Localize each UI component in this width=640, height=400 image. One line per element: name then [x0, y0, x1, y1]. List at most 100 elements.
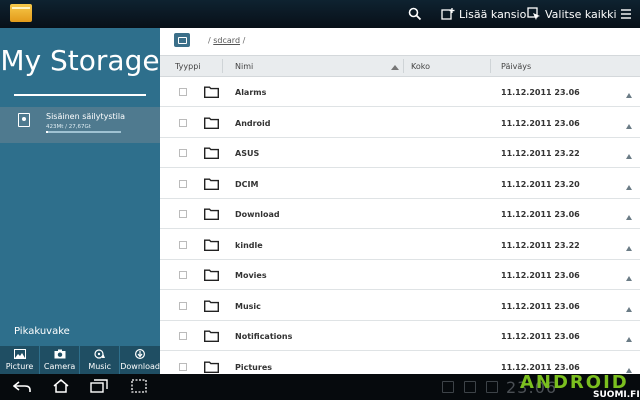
row-checkbox[interactable]	[179, 240, 187, 249]
folder-icon	[204, 86, 219, 98]
breadcrumb-sdcard[interactable]: sdcard	[213, 36, 240, 45]
column-divider	[403, 59, 404, 73]
shortcut-label: Download	[120, 362, 160, 371]
row-checkbox[interactable]	[179, 118, 187, 127]
file-name: ASUS	[235, 149, 260, 158]
row-menu-icon[interactable]	[626, 93, 632, 98]
file-name: Android	[235, 118, 271, 128]
row-menu-icon[interactable]	[626, 337, 632, 342]
row-menu-icon[interactable]	[626, 215, 632, 220]
back-button[interactable]	[11, 378, 33, 396]
file-name: Alarms	[235, 88, 267, 97]
screenshot-button[interactable]	[128, 378, 150, 396]
shortcut-music[interactable]: Music	[80, 346, 121, 374]
storage-name: Sisäinen säilytystila	[46, 112, 125, 121]
folder-icon	[204, 208, 219, 220]
row-checkbox[interactable]	[179, 210, 187, 218]
column-divider	[490, 59, 491, 73]
file-name: Download	[235, 210, 280, 219]
table-row[interactable]: Android 11.12.2011 23.06	[160, 108, 640, 138]
shortcut-label: Music	[88, 362, 112, 371]
back-icon	[12, 378, 31, 397]
sidebar-divider	[14, 94, 146, 96]
row-menu-icon[interactable]	[626, 306, 632, 312]
file-date: 11.12.2011 23.06	[501, 271, 580, 280]
row-checkbox[interactable]	[179, 332, 187, 340]
usb-tray-icon[interactable]	[442, 381, 454, 393]
table-row[interactable]: Notifications 11.12.2011 23.06	[160, 321, 640, 351]
add-folder-button[interactable]: Lisää kansio	[441, 0, 526, 28]
table-row[interactable]: Download 11.12.2011 23.06	[160, 199, 640, 229]
row-checkbox[interactable]	[179, 179, 187, 188]
file-name: kindle	[235, 240, 263, 250]
row-menu-icon[interactable]	[626, 276, 632, 281]
sidebar-title: My Storage	[0, 44, 160, 77]
header-size[interactable]: Koko	[411, 62, 430, 71]
file-date: 11.12.2011 23.22	[501, 149, 580, 158]
notification-tray-icon[interactable]	[464, 381, 476, 393]
shortcut-camera[interactable]: Camera	[40, 346, 81, 374]
table-row[interactable]: kindle 11.12.2011 23.22	[160, 230, 640, 260]
table-row[interactable]: Music 11.12.2011 23.06	[160, 291, 640, 321]
storage-usage-fill	[46, 131, 48, 133]
search-button[interactable]	[408, 0, 422, 28]
table-row[interactable]: Movies 11.12.2011 23.06	[160, 260, 640, 290]
row-checkbox[interactable]	[179, 301, 187, 310]
row-checkbox[interactable]	[179, 271, 187, 279]
table-row[interactable]: ASUS 11.12.2011 23.22	[160, 138, 640, 168]
folder-icon	[204, 330, 219, 342]
keyboard-tray-icon[interactable]	[486, 381, 498, 393]
recent-apps-icon	[90, 378, 108, 397]
folder-icon	[204, 147, 219, 159]
overflow-menu-button[interactable]	[620, 0, 632, 28]
row-checkbox[interactable]	[179, 149, 187, 157]
shortcut-bar: Picture Camera Music Download	[0, 346, 160, 374]
folder-icon	[204, 269, 219, 281]
file-date: 11.12.2011 23.06	[501, 332, 580, 341]
folder-icon	[204, 117, 219, 129]
search-icon	[408, 7, 422, 21]
shortcuts-title: Pikakuvake	[14, 326, 70, 337]
path-home-icon[interactable]	[174, 33, 190, 47]
file-date: 11.12.2011 23.06	[501, 210, 580, 219]
add-folder-label: Lisää kansio	[459, 7, 527, 21]
recent-apps-button[interactable]	[88, 378, 110, 396]
folder-icon	[204, 178, 219, 190]
internal-storage-item[interactable]: Sisäinen säilytystila 423Mt / 27,67Gt	[0, 107, 160, 143]
shortcut-picture[interactable]: Picture	[0, 346, 41, 374]
watermark-logo: ANDROID SUOMI.FI	[520, 372, 640, 400]
file-manager-app-icon[interactable]	[10, 4, 32, 22]
table-row[interactable]: Pictures 11.12.2011 23.06	[160, 352, 640, 375]
storage-icon	[18, 113, 30, 127]
table-row[interactable]: DCIM 11.12.2011 23.20	[160, 169, 640, 199]
table-row[interactable]: Alarms 11.12.2011 23.06	[160, 77, 640, 107]
row-menu-icon[interactable]	[626, 123, 632, 129]
breadcrumb-sep: /	[240, 36, 246, 45]
file-date: 11.12.2011 23.06	[501, 301, 580, 311]
home-icon	[52, 378, 70, 397]
storage-size: 423Mt / 27,67Gt	[46, 124, 91, 130]
action-bar: Lisää kansio Valitse kaikki	[0, 0, 640, 28]
add-folder-icon	[441, 7, 455, 21]
shortcut-label: Picture	[5, 362, 34, 371]
music-icon	[94, 349, 106, 361]
row-menu-icon[interactable]	[626, 245, 632, 251]
screenshot-icon	[131, 378, 147, 397]
header-type[interactable]: Tyyppi	[175, 62, 201, 71]
shortcut-download[interactable]: Download	[120, 346, 160, 374]
home-button[interactable]	[50, 378, 72, 396]
header-date[interactable]: Päiväys	[501, 62, 531, 71]
row-menu-icon[interactable]	[626, 154, 632, 159]
row-menu-icon[interactable]	[626, 184, 632, 190]
menu-icon	[620, 8, 632, 20]
file-name: DCIM	[235, 179, 259, 189]
row-checkbox[interactable]	[179, 362, 187, 371]
header-name[interactable]: Nimi	[235, 62, 253, 71]
folder-icon	[204, 300, 219, 312]
row-checkbox[interactable]	[179, 88, 187, 96]
select-all-button[interactable]: Valitse kaikki	[527, 0, 617, 28]
file-name: Movies	[235, 271, 267, 280]
column-divider	[222, 59, 223, 73]
picture-icon	[13, 349, 26, 361]
select-all-icon	[527, 7, 541, 21]
